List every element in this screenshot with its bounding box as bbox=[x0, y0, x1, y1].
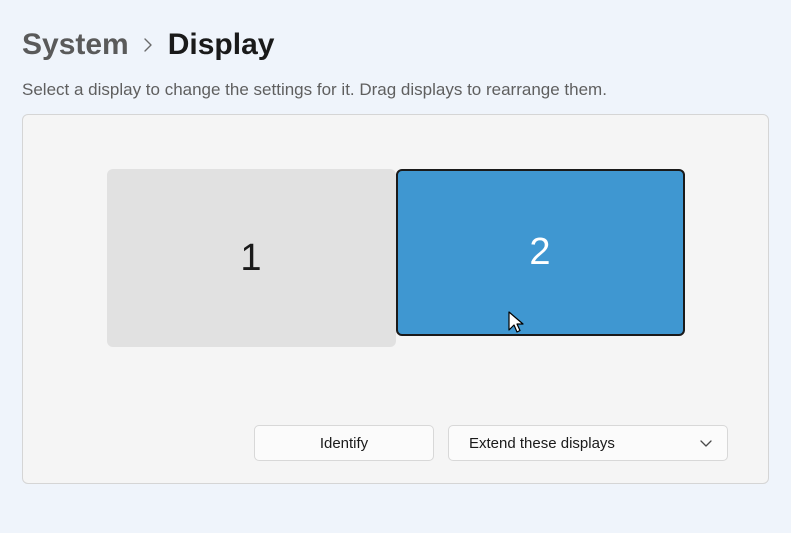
chevron-right-icon bbox=[143, 32, 154, 58]
panel-actions: Identify Extend these displays bbox=[63, 425, 728, 461]
identify-button[interactable]: Identify bbox=[254, 425, 434, 461]
display-tile-2[interactable]: 2 bbox=[396, 169, 685, 336]
cursor-icon bbox=[506, 301, 526, 344]
display-number: 1 bbox=[240, 237, 261, 280]
display-mode-dropdown[interactable]: Extend these displays bbox=[448, 425, 728, 461]
chevron-down-icon bbox=[699, 438, 713, 448]
display-arrange-panel: 1 2 Identify Extend these displays bbox=[22, 114, 769, 484]
monitor-canvas[interactable]: 1 2 bbox=[63, 169, 728, 401]
button-label: Identify bbox=[320, 435, 368, 452]
dropdown-label: Extend these displays bbox=[469, 435, 615, 452]
page-title: Display bbox=[168, 28, 275, 62]
display-number: 2 bbox=[529, 231, 550, 274]
breadcrumb-parent-link[interactable]: System bbox=[22, 28, 129, 62]
display-tile-1[interactable]: 1 bbox=[107, 169, 396, 347]
helper-text: Select a display to change the settings … bbox=[0, 80, 791, 114]
breadcrumb: System Display bbox=[0, 0, 791, 80]
